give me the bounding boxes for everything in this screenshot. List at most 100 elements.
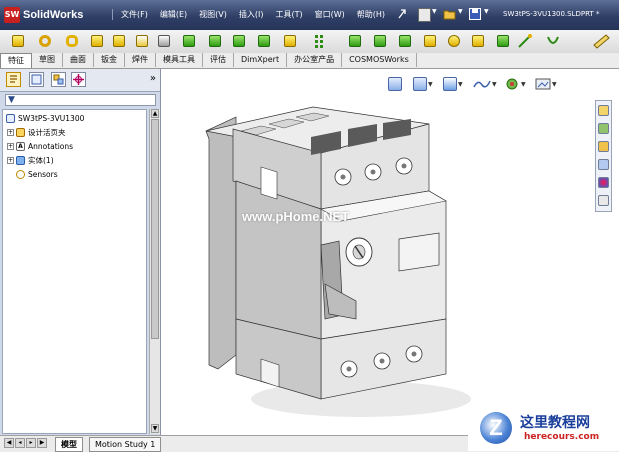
tree-item-solid-bodies[interactable]: + 实体(1) — [7, 154, 54, 166]
title-bar: SW SolidWorks 文件(F) 编辑(E) 视图(V) 插入(I) 工具… — [0, 0, 619, 30]
chamfer-icon[interactable] — [181, 33, 197, 49]
hole-wizard-icon[interactable] — [282, 33, 298, 49]
feature-manager-tab-icon[interactable] — [6, 72, 21, 87]
scroll-down-arrow-icon[interactable]: ▼ — [151, 424, 159, 433]
part-icon — [6, 113, 15, 123]
linear-pattern-icon[interactable] — [314, 33, 330, 49]
prev-tab-icon[interactable]: ◂ — [15, 438, 25, 448]
menu-bar: 文件(F) 编辑(E) 视图(V) 插入(I) 工具(T) 窗口(W) 帮助(H… — [112, 9, 391, 20]
resources-icon[interactable] — [598, 105, 609, 116]
menu-file[interactable]: 文件(F) — [112, 9, 154, 20]
mirror-icon[interactable] — [347, 33, 363, 49]
menu-window[interactable]: 窗口(W) — [309, 9, 351, 20]
panel-tab-strip: » — [0, 69, 160, 92]
file-explorer-icon[interactable] — [598, 141, 609, 152]
site-name: 这里教程网 — [520, 415, 590, 431]
boundary-icon[interactable] — [111, 33, 127, 49]
expand-icon[interactable]: + — [7, 142, 14, 150]
tab-sketch[interactable]: 草图 — [32, 53, 63, 67]
pin-icon[interactable] — [397, 8, 407, 20]
indent-icon[interactable] — [397, 33, 413, 49]
revolve-icon[interactable] — [37, 33, 53, 49]
graphics-area[interactable]: ▼ ▼ ▼ ▼ ▼ www.pHome.NET — [161, 69, 594, 435]
reference-geometry-icon[interactable] — [495, 33, 511, 49]
tab-weldments[interactable]: 焊件 — [125, 53, 156, 67]
tab-model[interactable]: 模型 — [55, 437, 83, 452]
tree-item-design-binder[interactable]: + 设计活页夹 — [7, 126, 66, 138]
scroll-up-arrow-icon[interactable]: ▲ — [151, 109, 159, 118]
feature-manager-panel: » ▼ SW3tPS-3VU1300 + 设计活页夹 + A Annotatio… — [0, 69, 161, 435]
rib-icon[interactable] — [231, 33, 247, 49]
tree-item-label: Sensors — [28, 169, 58, 179]
loft-icon[interactable] — [89, 33, 105, 49]
dome-icon[interactable] — [372, 33, 388, 49]
task-pane — [595, 100, 612, 212]
menu-insert[interactable]: 插入(I) — [233, 9, 270, 20]
tree-item-label: 实体(1) — [28, 155, 54, 165]
shell-icon[interactable] — [207, 33, 223, 49]
first-tab-icon[interactable]: ◀ — [4, 438, 14, 448]
design-binder-icon — [16, 127, 25, 137]
tab-dimxpert[interactable]: DimXpert — [234, 53, 288, 67]
flex-icon[interactable] — [446, 33, 462, 49]
command-manager-tabs: 特征 草图 曲面 钣金 焊件 模具工具 评估 DimXpert 办公室产品 CO… — [0, 53, 619, 69]
measure-icon[interactable] — [592, 33, 610, 49]
tab-sheet-metal[interactable]: 钣金 — [94, 53, 125, 67]
tab-mold-tools[interactable]: 模具工具 — [156, 53, 203, 67]
fillet-icon[interactable] — [156, 33, 172, 49]
tree-item-label: Annotations — [28, 141, 74, 151]
tree-item-label: 设计活页夹 — [28, 127, 66, 137]
tab-office-products[interactable]: 办公室产品 — [287, 53, 343, 67]
new-document-icon[interactable] — [418, 8, 431, 22]
document-title: SW3tPS-3VU1300.SLDPRT * — [503, 10, 600, 18]
view-palette-icon[interactable] — [598, 159, 609, 170]
tree-item-label: SW3tPS-3VU1300 — [18, 113, 85, 123]
expand-panel-chevron-icon[interactable]: » — [150, 73, 156, 84]
tab-evaluate[interactable]: 评估 — [203, 53, 234, 67]
appearances-icon[interactable] — [598, 177, 609, 188]
menu-edit[interactable]: 编辑(E) — [154, 9, 193, 20]
tab-features[interactable]: 特征 — [0, 53, 32, 68]
instant3d-icon[interactable] — [517, 33, 533, 49]
custom-properties-icon[interactable] — [598, 195, 609, 206]
tree-root-part[interactable]: SW3tPS-3VU1300 — [6, 112, 84, 124]
sensors-icon — [16, 169, 25, 179]
draft-icon[interactable] — [256, 33, 272, 49]
wrap-icon[interactable] — [422, 33, 438, 49]
tab-surfaces[interactable]: 曲面 — [63, 53, 94, 67]
tab-cosmosworks[interactable]: COSMOSWorks — [342, 53, 417, 67]
menu-view[interactable]: 视图(V) — [193, 9, 233, 20]
open-folder-icon[interactable] — [443, 8, 456, 20]
split-line-icon[interactable] — [470, 33, 486, 49]
tab-motion-study[interactable]: Motion Study 1 — [89, 437, 162, 452]
design-library-icon[interactable] — [598, 123, 609, 134]
save-dropdown-icon[interactable]: ▼ — [484, 8, 489, 15]
open-dropdown-icon[interactable]: ▼ — [458, 8, 463, 15]
expand-icon[interactable]: + — [7, 156, 14, 164]
sweep-icon[interactable] — [64, 33, 80, 49]
watermark-text: www.pHome.NET — [242, 209, 350, 224]
scroll-thumb[interactable] — [151, 119, 159, 339]
tree-item-annotations[interactable]: + A Annotations — [7, 140, 73, 152]
app-logo[interactable]: SW SolidWorks — [4, 6, 83, 23]
menu-tools[interactable]: 工具(T) — [269, 9, 308, 20]
new-dropdown-icon[interactable]: ▼ — [432, 8, 437, 15]
tree-item-sensors[interactable]: Sensors — [16, 168, 58, 180]
solid-bodies-icon — [16, 155, 25, 165]
dimxpert-manager-tab-icon[interactable] — [71, 72, 86, 87]
menu-help[interactable]: 帮助(H) — [351, 9, 391, 20]
site-logo: Z 这里教程网 herecours.com — [468, 404, 619, 451]
property-manager-tab-icon[interactable] — [29, 72, 44, 87]
last-tab-icon[interactable]: ▶ — [37, 438, 47, 448]
curves-icon[interactable] — [545, 33, 561, 49]
expand-icon[interactable]: + — [7, 128, 14, 136]
feature-filter-input[interactable]: ▼ — [5, 94, 156, 106]
save-icon[interactable] — [469, 8, 481, 20]
cut-icon[interactable] — [134, 33, 150, 49]
site-logo-mark: Z — [480, 412, 512, 444]
tree-scrollbar[interactable]: ▲ ▼ — [149, 109, 160, 434]
motor-protector-model[interactable] — [161, 69, 594, 435]
configuration-manager-tab-icon[interactable] — [51, 72, 66, 87]
next-tab-icon[interactable]: ▸ — [26, 438, 36, 448]
extrude-boss-icon[interactable] — [10, 33, 26, 49]
